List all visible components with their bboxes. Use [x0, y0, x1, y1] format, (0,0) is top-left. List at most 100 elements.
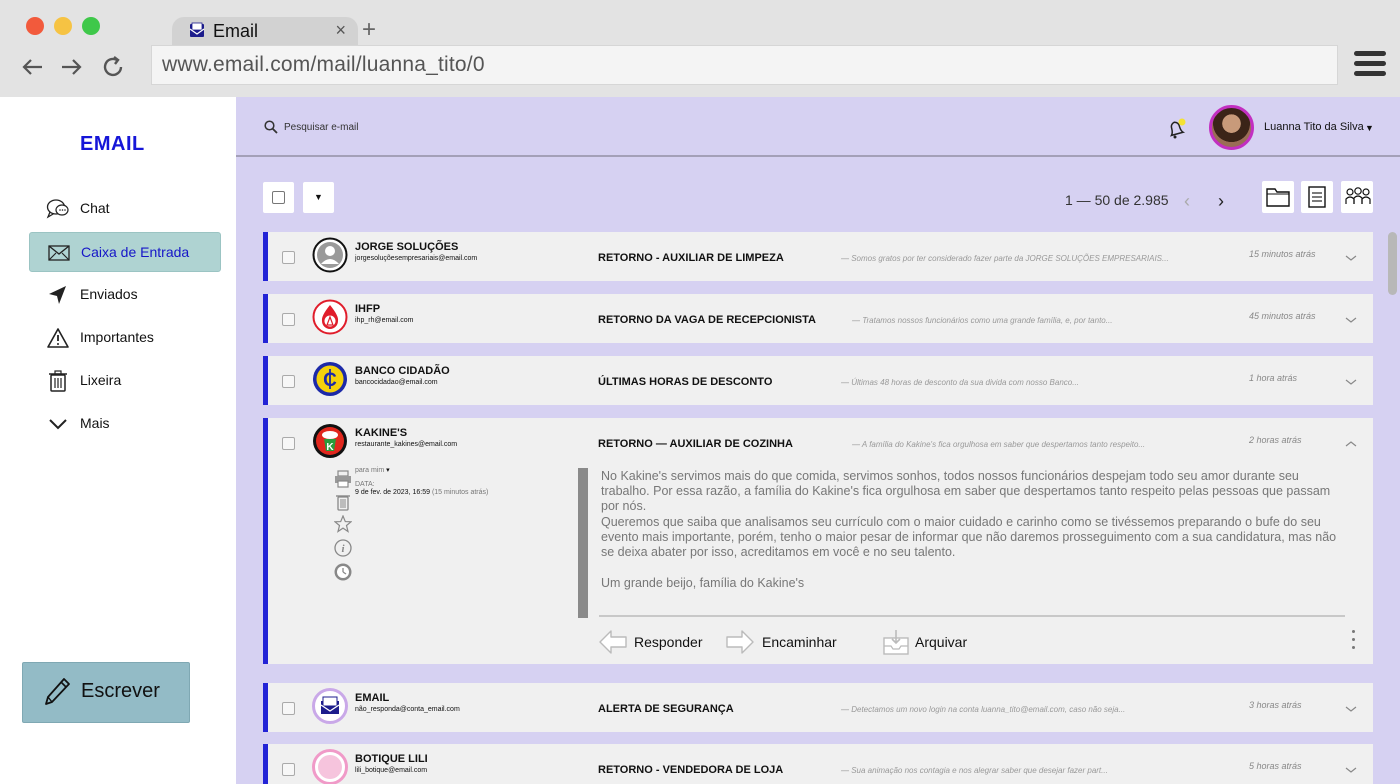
email-subject: RETORNO DA VAGA DE RECEPCIONISTA	[598, 314, 816, 326]
recipient-label[interactable]: para mim ▾	[355, 466, 390, 474]
chevron-down-icon	[46, 413, 70, 435]
user-name[interactable]: Luanna Tito da Silva	[1264, 121, 1364, 133]
sidebar-item-label: Mais	[80, 415, 110, 431]
tab-close-icon[interactable]: ×	[335, 20, 346, 41]
email-checkbox[interactable]	[282, 313, 295, 326]
email-address: não_responda@conta_email.com	[355, 706, 460, 713]
folder-button[interactable]	[1262, 181, 1294, 213]
date-value: 9 de fev. de 2023, 16:59 (15 minutos atr…	[355, 489, 489, 496]
back-arrow-icon[interactable]	[18, 52, 48, 82]
email-checkbox[interactable]	[282, 251, 295, 264]
more-options-icon[interactable]	[1352, 630, 1356, 652]
select-dropdown-button[interactable]: ▼	[303, 182, 334, 213]
forward-arrow-icon[interactable]	[56, 52, 86, 82]
prev-page-icon[interactable]: ‹	[1184, 191, 1190, 212]
search-icon[interactable]	[264, 120, 278, 139]
select-all-checkbox[interactable]	[263, 182, 294, 213]
email-sender: BOTIQUE LILI	[355, 753, 428, 765]
browser-chrome: Email × + www.email.com/mail/luanna_tito…	[0, 0, 1400, 97]
date-label: DATA:	[355, 481, 375, 488]
sidebar-item-label: Importantes	[80, 329, 154, 345]
sidebar-item-important[interactable]: Importantes	[29, 318, 221, 358]
email-row[interactable]: BOTIQUE LILI lili_botique@email.com RETO…	[263, 744, 1373, 784]
chevron-down-icon[interactable]	[1345, 374, 1357, 385]
address-url: www.email.com/mail/luanna_tito/0	[162, 53, 485, 76]
main-panel: Luanna Tito da Silva ▼ ▼ 1 — 50 de 2.985…	[236, 97, 1400, 784]
email-row[interactable]: C BANCO CIDADÃO bancocidadao@email.com Ú…	[263, 356, 1373, 405]
scrollbar[interactable]	[1386, 232, 1398, 784]
next-page-icon[interactable]: ›	[1218, 191, 1224, 212]
sidebar-item-more[interactable]: Mais	[29, 404, 221, 444]
avatar	[312, 299, 348, 335]
chevron-up-icon[interactable]	[1345, 436, 1357, 447]
email-row[interactable]: JORGE SOLUÇÕES jorgesoluçõesempresariais…	[263, 232, 1373, 281]
email-checkbox[interactable]	[282, 437, 295, 450]
star-icon[interactable]	[333, 514, 353, 533]
email-preview: — Somos gratos por ter considerado fazer…	[841, 254, 1169, 263]
email-checkbox[interactable]	[282, 375, 295, 388]
browser-menu-icon[interactable]	[1354, 51, 1386, 79]
warning-icon	[46, 327, 70, 349]
avatar: K	[312, 423, 348, 459]
email-preview: — A família do Kakine's fica orgulhosa e…	[852, 440, 1146, 449]
clock-icon[interactable]	[334, 563, 352, 581]
sidebar-item-inbox[interactable]: Caixa de Entrada	[29, 232, 221, 272]
reply-label: Responder	[634, 634, 703, 650]
email-body-paragraph: No Kakine's servimos mais do que comida,…	[601, 469, 1331, 513]
sidebar-item-sent[interactable]: Enviados	[29, 275, 221, 315]
chevron-down-icon[interactable]	[1345, 701, 1357, 712]
sidebar: EMAIL Chat Caixa de Entrada Enviados Imp…	[0, 97, 236, 784]
user-avatar[interactable]	[1209, 105, 1254, 150]
chevron-down-icon[interactable]	[1345, 250, 1357, 261]
email-checkbox[interactable]	[282, 763, 295, 776]
email-row[interactable]: IHFP ihp_rh@email.com RETORNO DA VAGA DE…	[263, 294, 1373, 343]
maximize-window-button[interactable]	[82, 17, 100, 35]
minimize-window-button[interactable]	[54, 17, 72, 35]
print-icon[interactable]	[334, 470, 352, 488]
close-window-button[interactable]	[26, 17, 44, 35]
email-sender: IHFP	[355, 303, 381, 315]
pencil-icon	[42, 676, 72, 713]
chevron-down-icon[interactable]	[1345, 762, 1357, 773]
folder-icon	[1266, 188, 1290, 207]
search-input[interactable]	[284, 119, 484, 135]
avatar	[312, 237, 348, 273]
info-icon[interactable]: i	[334, 539, 352, 557]
pagination-text: 1 — 50 de 2.985	[1065, 192, 1169, 208]
document-button[interactable]	[1301, 181, 1333, 213]
sidebar-item-trash[interactable]: Lixeira	[29, 361, 221, 401]
user-menu-caret-icon[interactable]: ▼	[1365, 123, 1374, 133]
email-sender: JORGE SOLUÇÕES	[355, 241, 459, 253]
reply-arrow-icon	[599, 630, 627, 654]
divider	[599, 615, 1345, 617]
notification-bell-icon[interactable]	[1164, 117, 1188, 141]
forward-arrow-icon	[726, 630, 754, 654]
compose-button[interactable]: Escrever	[22, 662, 190, 723]
forward-button[interactable]: Encaminhar	[725, 628, 845, 656]
email-checkbox[interactable]	[282, 702, 295, 715]
email-time: 2 horas atrás	[1249, 435, 1302, 445]
email-time: 15 minutos atrás	[1249, 249, 1316, 259]
email-row-expanded[interactable]: K KAKINE'S restaurante_kakines@email.com…	[263, 418, 1373, 664]
sidebar-item-chat[interactable]: Chat	[29, 189, 221, 229]
email-subject: RETORNO — AUXILIAR DE COZINHA	[598, 438, 793, 450]
browser-tab[interactable]: Email ×	[172, 17, 358, 46]
trash-icon[interactable]	[334, 493, 352, 511]
sidebar-item-label: Enviados	[80, 286, 138, 302]
address-bar[interactable]: www.email.com/mail/luanna_tito/0	[151, 45, 1338, 85]
quote-bar	[578, 468, 588, 618]
email-preview: — Sua animação nos contagia e nos alegra…	[841, 766, 1108, 775]
email-favicon-icon	[189, 22, 205, 43]
topbar: Luanna Tito da Silva ▼	[236, 97, 1400, 157]
contacts-button[interactable]	[1341, 181, 1373, 213]
scroll-thumb[interactable]	[1388, 232, 1397, 295]
trash-icon	[46, 370, 70, 392]
archive-button[interactable]: Arquivar	[882, 628, 982, 656]
svg-text:K: K	[326, 442, 334, 453]
reply-button[interactable]: Responder	[598, 628, 708, 656]
reload-icon[interactable]	[98, 52, 128, 82]
new-tab-icon[interactable]: +	[362, 16, 376, 44]
chevron-down-icon[interactable]	[1345, 312, 1357, 323]
email-row[interactable]: EMAIL não_responda@conta_email.com ALERT…	[263, 683, 1373, 732]
svg-text:i: i	[341, 543, 345, 555]
